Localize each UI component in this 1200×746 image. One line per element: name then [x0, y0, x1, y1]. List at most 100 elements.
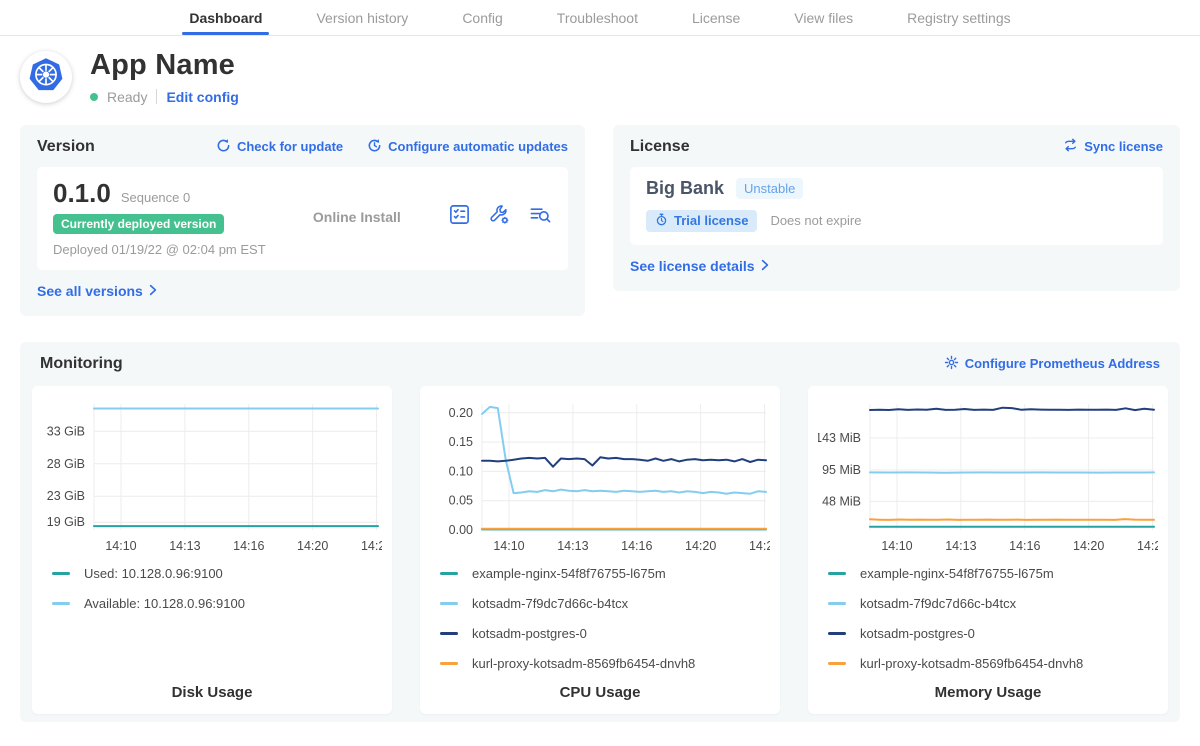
svg-text:14:10: 14:10: [105, 539, 136, 553]
customer-name: Big Bank: [646, 178, 724, 199]
legend-item: kotsadm-7f9dc7d66c-b4tcx: [440, 596, 760, 611]
svg-text:14:13: 14:13: [557, 539, 588, 553]
tab-view-files[interactable]: View files: [767, 0, 880, 35]
tab-troubleshoot[interactable]: Troubleshoot: [530, 0, 665, 35]
legend-item: kotsadm-7f9dc7d66c-b4tcx: [828, 596, 1148, 611]
license-panel: License Sync license Big Bank Unstable: [613, 125, 1180, 291]
legend-label: Available: 10.128.0.96:9100: [84, 596, 245, 611]
legend-swatch: [440, 572, 458, 575]
tab-registry-settings[interactable]: Registry settings: [880, 0, 1037, 35]
svg-text:14:13: 14:13: [169, 539, 200, 553]
view-logs-icon[interactable]: [528, 203, 552, 231]
version-title: Version: [37, 138, 95, 156]
legend-label: kurl-proxy-kotsadm-8569fb6454-dnvh8: [860, 656, 1083, 671]
chart-title: Memory Usage: [818, 684, 1158, 701]
svg-text:23 GiB: 23 GiB: [47, 489, 85, 503]
cpu-usage-chart-card: 14:1014:1314:1614:2014:230.200.150.100.0…: [420, 386, 780, 714]
svg-text:14:23: 14:23: [1137, 539, 1158, 553]
deployed-timestamp: Deployed 01/19/22 @ 02:04 pm EST: [53, 242, 266, 257]
gear-icon: [944, 355, 959, 373]
app-title-block: App Name Ready Edit config: [90, 50, 239, 105]
page-title: App Name: [90, 50, 239, 82]
legend-swatch: [828, 632, 846, 635]
memory-usage-legend: example-nginx-54f8f76755-l675mkotsadm-7f…: [818, 558, 1158, 676]
chevron-right-icon: [149, 283, 157, 299]
disk-usage-chart-card: 14:10 14:13 14:16 14:20 14:23 33 GiB 28 GiB 23 …: [32, 386, 392, 714]
status-badge: Ready: [107, 89, 147, 105]
app-header: App Name Ready Edit config: [20, 50, 1180, 105]
current-version-card: 0.1.0 Sequence 0 Currently deployed vers…: [37, 167, 568, 270]
install-type-label: Online Install: [266, 209, 448, 225]
license-type-badge: Trial license: [646, 210, 757, 232]
configure-prometheus-button[interactable]: Configure Prometheus Address: [944, 355, 1160, 373]
svg-text:14:10: 14:10: [881, 539, 912, 553]
legend-label: Used: 10.128.0.96:9100: [84, 566, 223, 581]
memory-usage-chart: 14:1014:1314:1614:2014:23143 MiB95 MiB48…: [818, 396, 1158, 558]
legend-label: kurl-proxy-kotsadm-8569fb6454-dnvh8: [472, 656, 695, 671]
tab-version-history[interactable]: Version history: [289, 0, 435, 35]
app-avatar: [20, 51, 72, 103]
version-panel: Version Check for update Configure autom…: [20, 125, 585, 316]
legend-label: kotsadm-postgres-0: [860, 626, 975, 641]
config-wrench-icon[interactable]: [488, 203, 511, 231]
app-status-row: Ready Edit config: [90, 89, 239, 105]
sync-license-button[interactable]: Sync license: [1063, 138, 1163, 155]
svg-text:28 GiB: 28 GiB: [47, 457, 85, 471]
sync-icon: [1063, 138, 1078, 155]
legend-item: Used: 10.128.0.96:9100: [52, 566, 372, 581]
chart-title: CPU Usage: [430, 684, 770, 701]
deployed-badge: Currently deployed version: [53, 214, 224, 234]
svg-text:14:16: 14:16: [1009, 539, 1040, 553]
version-sequence: Sequence 0: [121, 190, 190, 205]
svg-text:19 GiB: 19 GiB: [47, 515, 85, 529]
svg-text:33 GiB: 33 GiB: [47, 424, 85, 438]
legend-swatch: [440, 602, 458, 605]
cpu-usage-chart: 14:1014:1314:1614:2014:230.200.150.100.0…: [430, 396, 770, 558]
refresh-icon: [216, 138, 231, 156]
preflight-checklist-icon[interactable]: [448, 203, 471, 231]
legend-label: kotsadm-postgres-0: [472, 626, 587, 641]
legend-swatch: [52, 572, 70, 575]
tab-license[interactable]: License: [665, 0, 767, 35]
top-navigation: Dashboard Version history Config Trouble…: [0, 0, 1200, 36]
dashboard-content: App Name Ready Edit config Version Check…: [0, 50, 1200, 722]
legend-item: kurl-proxy-kotsadm-8569fb6454-dnvh8: [828, 656, 1148, 671]
channel-badge: Unstable: [736, 178, 803, 199]
svg-text:14:20: 14:20: [685, 539, 716, 553]
ready-status-dot: [90, 93, 98, 101]
legend-label: example-nginx-54f8f76755-l675m: [472, 566, 666, 581]
legend-item: kotsadm-postgres-0: [440, 626, 760, 641]
cards-row: Version Check for update Configure autom…: [20, 125, 1180, 316]
see-license-details-link[interactable]: See license details: [630, 258, 769, 274]
license-panel-header: License Sync license: [630, 138, 1163, 156]
license-expiry: Does not expire: [770, 213, 861, 228]
svg-text:14:23: 14:23: [361, 539, 382, 553]
see-all-versions-link[interactable]: See all versions: [37, 283, 157, 299]
svg-text:48 MiB: 48 MiB: [822, 494, 861, 508]
svg-text:14:16: 14:16: [621, 539, 652, 553]
svg-text:0.20: 0.20: [449, 406, 473, 420]
svg-text:0.00: 0.00: [449, 523, 473, 537]
configure-automatic-updates-button[interactable]: Configure automatic updates: [367, 138, 568, 156]
tab-dashboard[interactable]: Dashboard: [162, 0, 289, 35]
memory-usage-chart-card: 14:1014:1314:1614:2014:23143 MiB95 MiB48…: [808, 386, 1168, 714]
legend-item: kurl-proxy-kotsadm-8569fb6454-dnvh8: [440, 656, 760, 671]
disk-usage-legend: Used: 10.128.0.96:9100 Available: 10.128.…: [42, 558, 382, 676]
edit-config-link[interactable]: Edit config: [166, 89, 238, 105]
disk-usage-chart: 14:10 14:13 14:16 14:20 14:23 33 GiB 28 GiB 23 …: [42, 396, 382, 558]
kubernetes-logo-icon: [25, 54, 67, 101]
legend-swatch: [828, 572, 846, 575]
legend-swatch: [440, 632, 458, 635]
version-number: 0.1.0: [53, 178, 111, 209]
check-for-update-button[interactable]: Check for update: [216, 138, 343, 156]
license-card: Big Bank Unstable Trial license Does not…: [630, 167, 1163, 245]
svg-text:14:16: 14:16: [233, 539, 264, 553]
svg-text:14:20: 14:20: [297, 539, 328, 553]
monitoring-title: Monitoring: [40, 355, 123, 373]
monitoring-panel: Monitoring Configure Prometheus Address …: [20, 342, 1180, 722]
chevron-right-icon: [761, 258, 769, 274]
stopwatch-icon: [655, 213, 668, 229]
legend-swatch: [828, 662, 846, 665]
cpu-usage-legend: example-nginx-54f8f76755-l675m kotsadm-7f…: [430, 558, 770, 676]
tab-config[interactable]: Config: [435, 0, 529, 35]
